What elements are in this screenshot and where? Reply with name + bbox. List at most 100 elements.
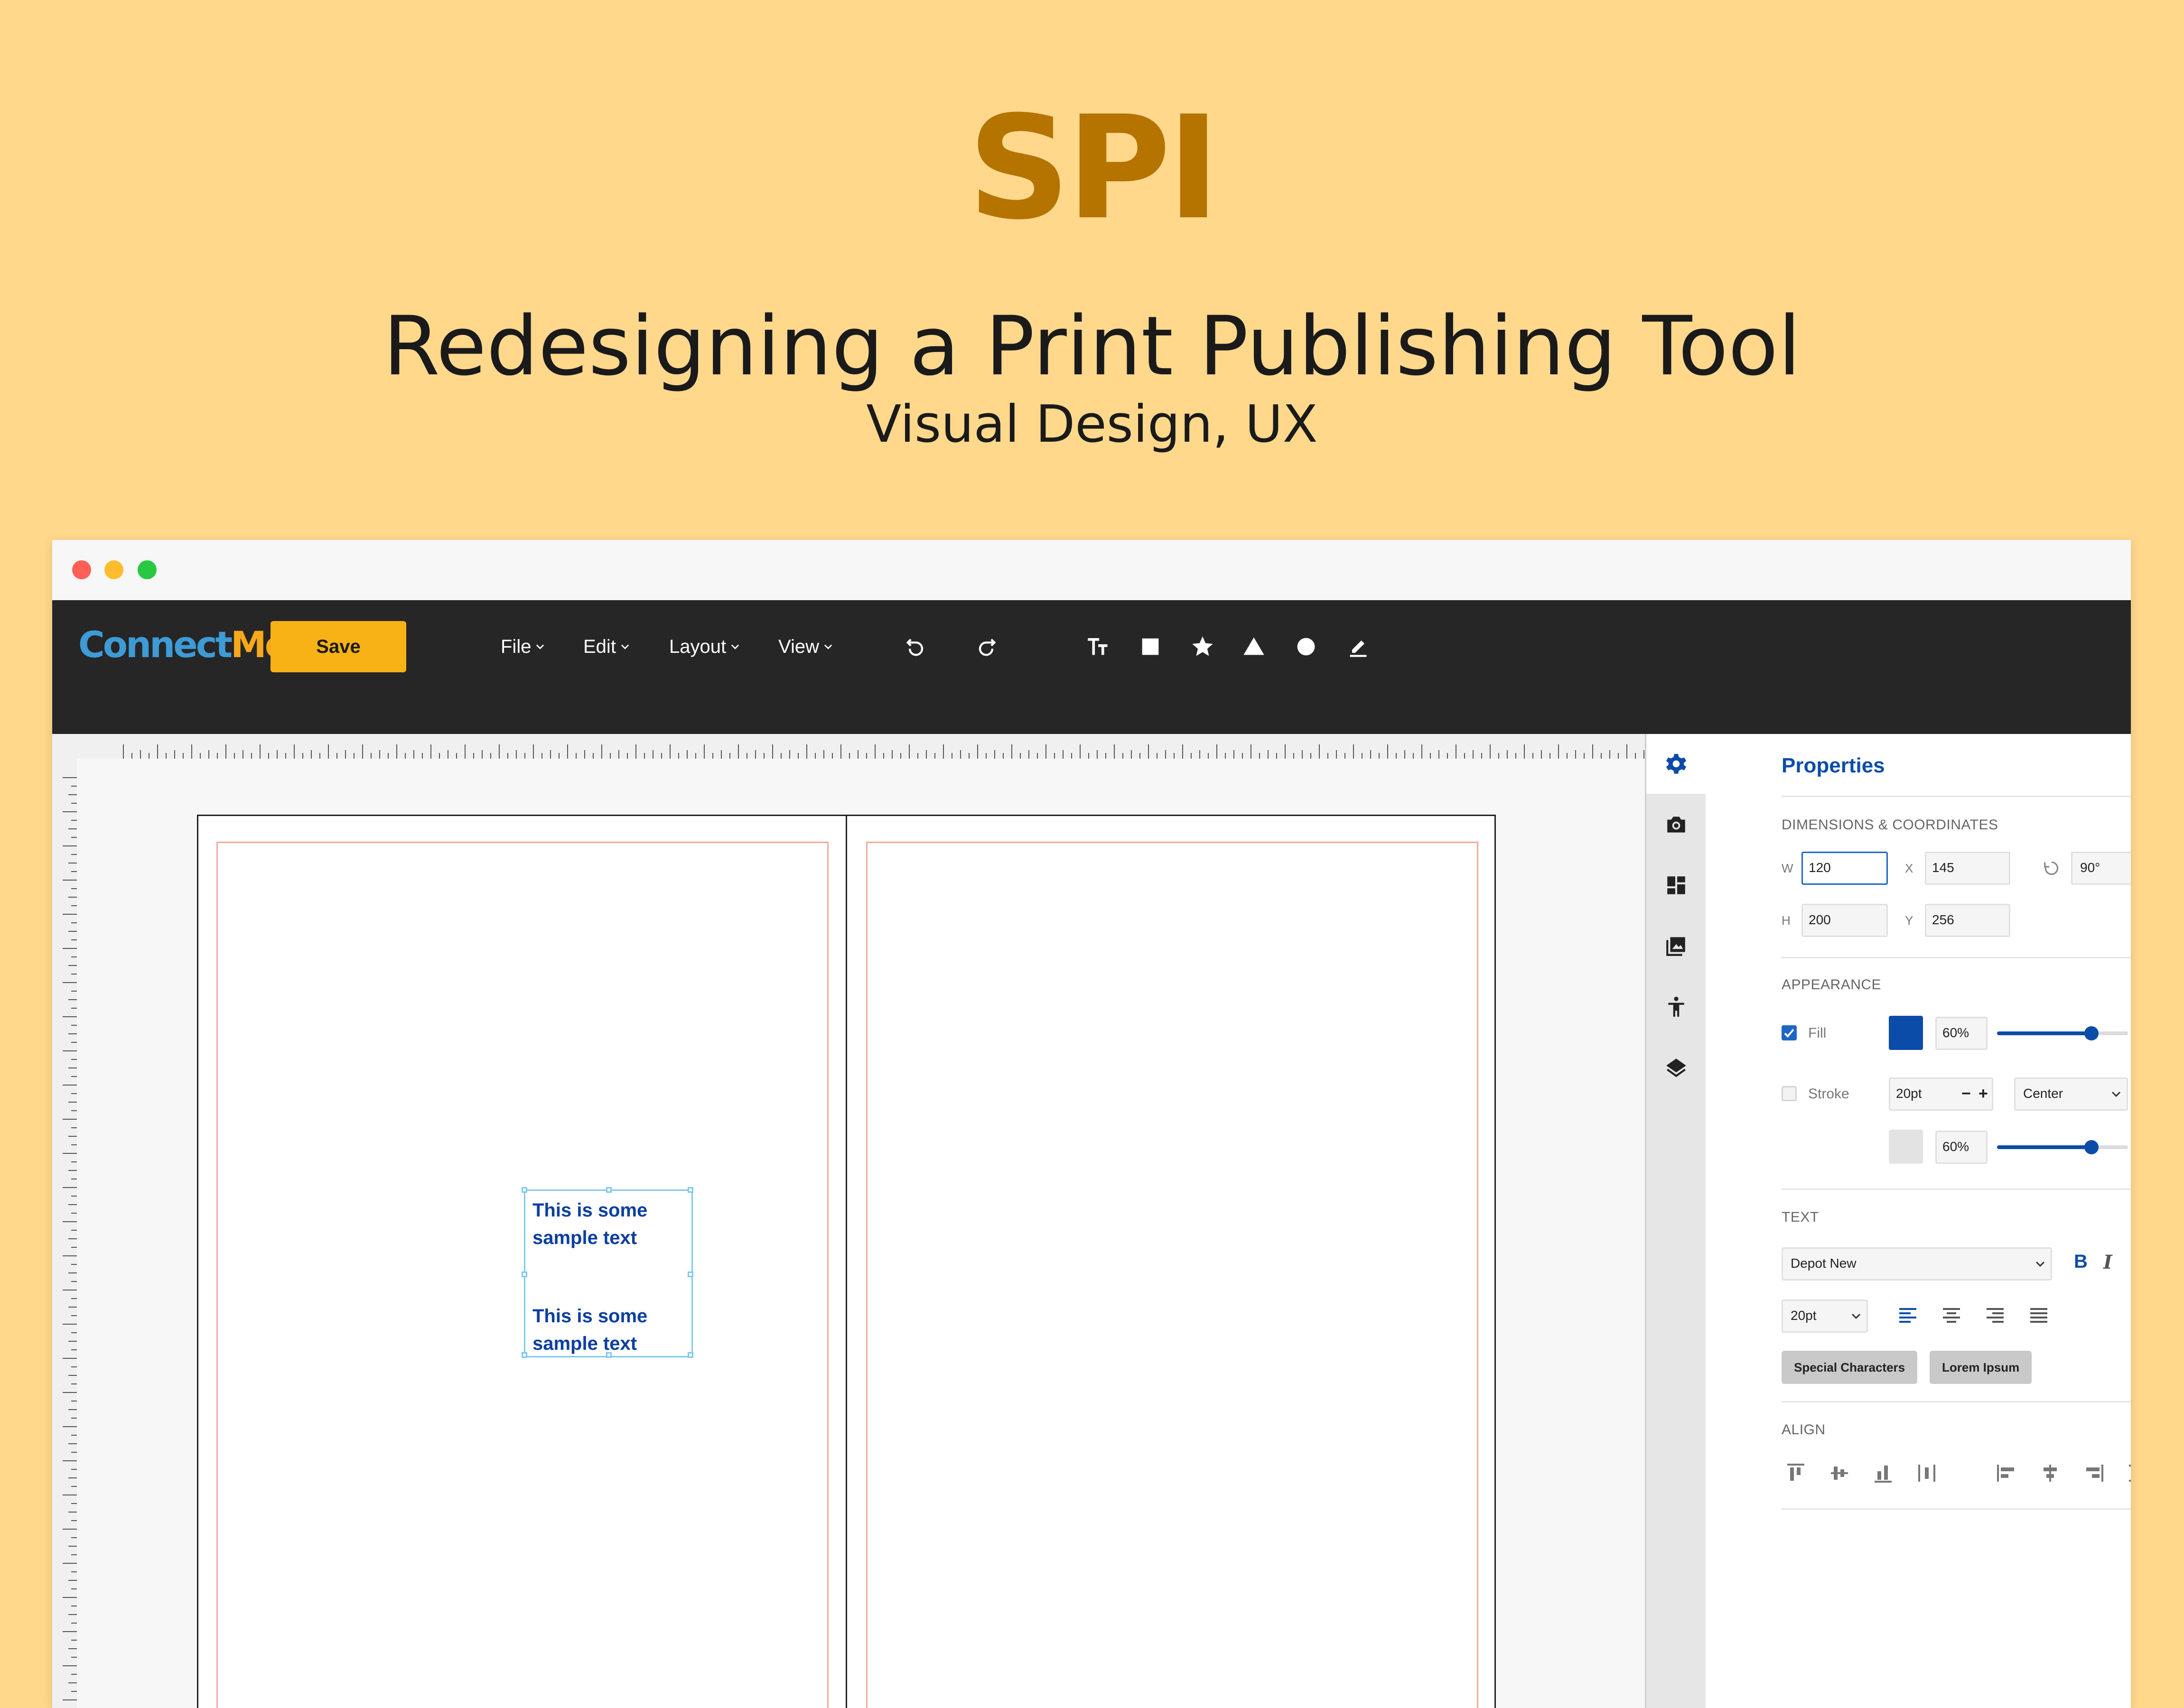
horizontal-ruler[interactable] <box>52 734 1645 759</box>
app-logo: ConnectMe <box>78 621 289 668</box>
fill-label: Fill <box>1808 1025 1827 1041</box>
rectangle-tool-icon <box>1142 638 1159 655</box>
minimize-window-button[interactable] <box>104 560 123 579</box>
x-input[interactable]: 145 <box>1925 852 2010 885</box>
accessibility-tab[interactable] <box>1646 977 1706 1037</box>
stroke-decrement-button[interactable]: − <box>1961 1079 1971 1108</box>
menu-layout[interactable]: Layout <box>669 621 739 672</box>
layers-tab[interactable] <box>1646 1038 1706 1097</box>
align-right-edge-icon[interactable] <box>2082 1462 2105 1485</box>
section-align-heading: ALIGN <box>1782 1422 1826 1438</box>
window-titlebar <box>52 540 2131 600</box>
app-window: ConnectMe Save File Edit Layout View Thi… <box>52 540 2131 1708</box>
hero-title: Redesigning a Print Publishing Tool <box>383 298 1801 394</box>
resize-handle-right[interactable] <box>688 1272 693 1277</box>
align-top-icon[interactable] <box>1784 1462 1807 1485</box>
undo-button[interactable] <box>899 630 933 664</box>
slider-knob[interactable] <box>2084 1140 2099 1154</box>
align-center-icon[interactable] <box>1940 1304 1963 1327</box>
frame-text-line: This is some <box>532 1306 648 1327</box>
divider <box>1782 1401 2131 1402</box>
stroke-color-swatch[interactable] <box>1889 1130 1923 1164</box>
rotation-select[interactable]: 90° <box>2071 852 2131 885</box>
distribute-horizontal-icon[interactable] <box>1915 1462 1938 1485</box>
text-tool-button[interactable] <box>1081 630 1115 664</box>
camera-tab[interactable] <box>1646 795 1706 854</box>
menu-edit-label: Edit <box>583 636 616 657</box>
distribute-vertical-icon[interactable] <box>2126 1462 2131 1485</box>
pen-tool-button[interactable] <box>1341 630 1375 664</box>
chevron-down-icon <box>1851 1313 1861 1319</box>
accessibility-icon <box>1668 996 1684 1017</box>
menu-view[interactable]: View <box>778 621 832 672</box>
stroke-align-value: Center <box>2023 1086 2063 1101</box>
align-right-icon[interactable] <box>1984 1304 2007 1327</box>
resize-handle-bottom-left[interactable] <box>522 1352 527 1358</box>
special-characters-button[interactable]: Special Characters <box>1782 1351 1918 1384</box>
resize-handle-top-right[interactable] <box>688 1187 693 1193</box>
properties-tab[interactable] <box>1646 734 1706 794</box>
resize-handle-left[interactable] <box>522 1272 527 1277</box>
main-toolbar: ConnectMe Save File Edit Layout View <box>52 600 2131 734</box>
divider <box>1782 796 2131 797</box>
gear-icon <box>1666 754 1686 774</box>
fill-opacity-input[interactable]: 60% <box>1935 1017 1988 1050</box>
divider <box>1782 1188 2131 1190</box>
document-canvas[interactable]: This is some sample text This is some sa… <box>77 759 1645 1708</box>
align-middle-icon[interactable] <box>1828 1462 1851 1485</box>
align-justify-icon[interactable] <box>2027 1304 2050 1327</box>
menu-edit[interactable]: Edit <box>583 621 629 672</box>
slider-fill <box>1997 1145 2091 1149</box>
triangle-tool-button[interactable] <box>1237 630 1271 664</box>
chevron-down-icon <box>2035 1261 2045 1267</box>
height-input[interactable]: 200 <box>1801 904 1888 937</box>
stroke-opacity-input[interactable]: 60% <box>1935 1131 1988 1164</box>
width-input[interactable]: 120 <box>1801 852 1888 885</box>
circle-tool-button[interactable] <box>1289 630 1323 664</box>
redo-button[interactable] <box>969 630 1003 664</box>
rectangle-tool-button[interactable] <box>1133 630 1167 664</box>
align-horizontal-center-icon[interactable] <box>2039 1462 2062 1485</box>
stroke-increment-button[interactable]: + <box>1979 1079 1988 1108</box>
redo-icon <box>979 639 996 656</box>
stroke-opacity-slider[interactable] <box>1997 1140 2128 1154</box>
stroke-size-stepper[interactable]: 20pt − + <box>1889 1077 1993 1111</box>
slider-knob[interactable] <box>2084 1026 2099 1040</box>
chevron-down-icon <box>824 644 832 650</box>
checkmark-icon <box>1784 1029 1794 1038</box>
slider-fill <box>1997 1031 2091 1035</box>
section-text-heading: TEXT <box>1782 1209 1819 1225</box>
star-tool-button[interactable] <box>1185 630 1220 664</box>
fill-opacity-slider[interactable] <box>1997 1026 2128 1040</box>
divider <box>1782 957 2131 958</box>
stroke-checkbox[interactable] <box>1782 1086 1797 1101</box>
align-left-icon[interactable] <box>1896 1304 1919 1327</box>
align-bottom-icon[interactable] <box>1872 1462 1895 1485</box>
images-tab[interactable] <box>1646 916 1706 976</box>
stroke-size-value: 20pt <box>1896 1086 1922 1101</box>
lorem-ipsum-button[interactable]: Lorem Ipsum <box>1930 1351 2032 1384</box>
fill-checkbox[interactable] <box>1782 1025 1797 1040</box>
resize-handle-top[interactable] <box>606 1187 612 1193</box>
close-window-button[interactable] <box>72 560 91 579</box>
font-size-select[interactable]: 20pt <box>1782 1300 1868 1333</box>
logo-part-connect: Connect <box>78 623 233 666</box>
font-family-value: Depot New <box>1791 1256 1857 1271</box>
align-left-edge-icon[interactable] <box>1995 1462 2018 1485</box>
resize-handle-top-left[interactable] <box>522 1187 527 1193</box>
menu-file[interactable]: File <box>501 621 544 672</box>
italic-button[interactable]: I <box>2103 1251 2112 1273</box>
frame-text-block-2: This is some sample text <box>532 1302 689 1357</box>
bold-button[interactable]: B <box>2074 1251 2088 1272</box>
save-button[interactable]: Save <box>271 621 406 672</box>
circle-tool-icon <box>1297 638 1315 656</box>
y-input[interactable]: 256 <box>1925 904 2010 937</box>
maximize-window-button[interactable] <box>138 560 157 579</box>
selected-text-frame[interactable]: This is some sample text This is some sa… <box>522 1187 693 1358</box>
chevron-down-icon <box>2111 1091 2121 1097</box>
dashboard-tab[interactable] <box>1646 855 1706 915</box>
stroke-align-select[interactable]: Center <box>2014 1077 2128 1111</box>
fill-color-swatch[interactable] <box>1889 1016 1923 1050</box>
font-family-select[interactable]: Depot New <box>1782 1247 2052 1281</box>
vertical-ruler[interactable] <box>52 759 77 1708</box>
